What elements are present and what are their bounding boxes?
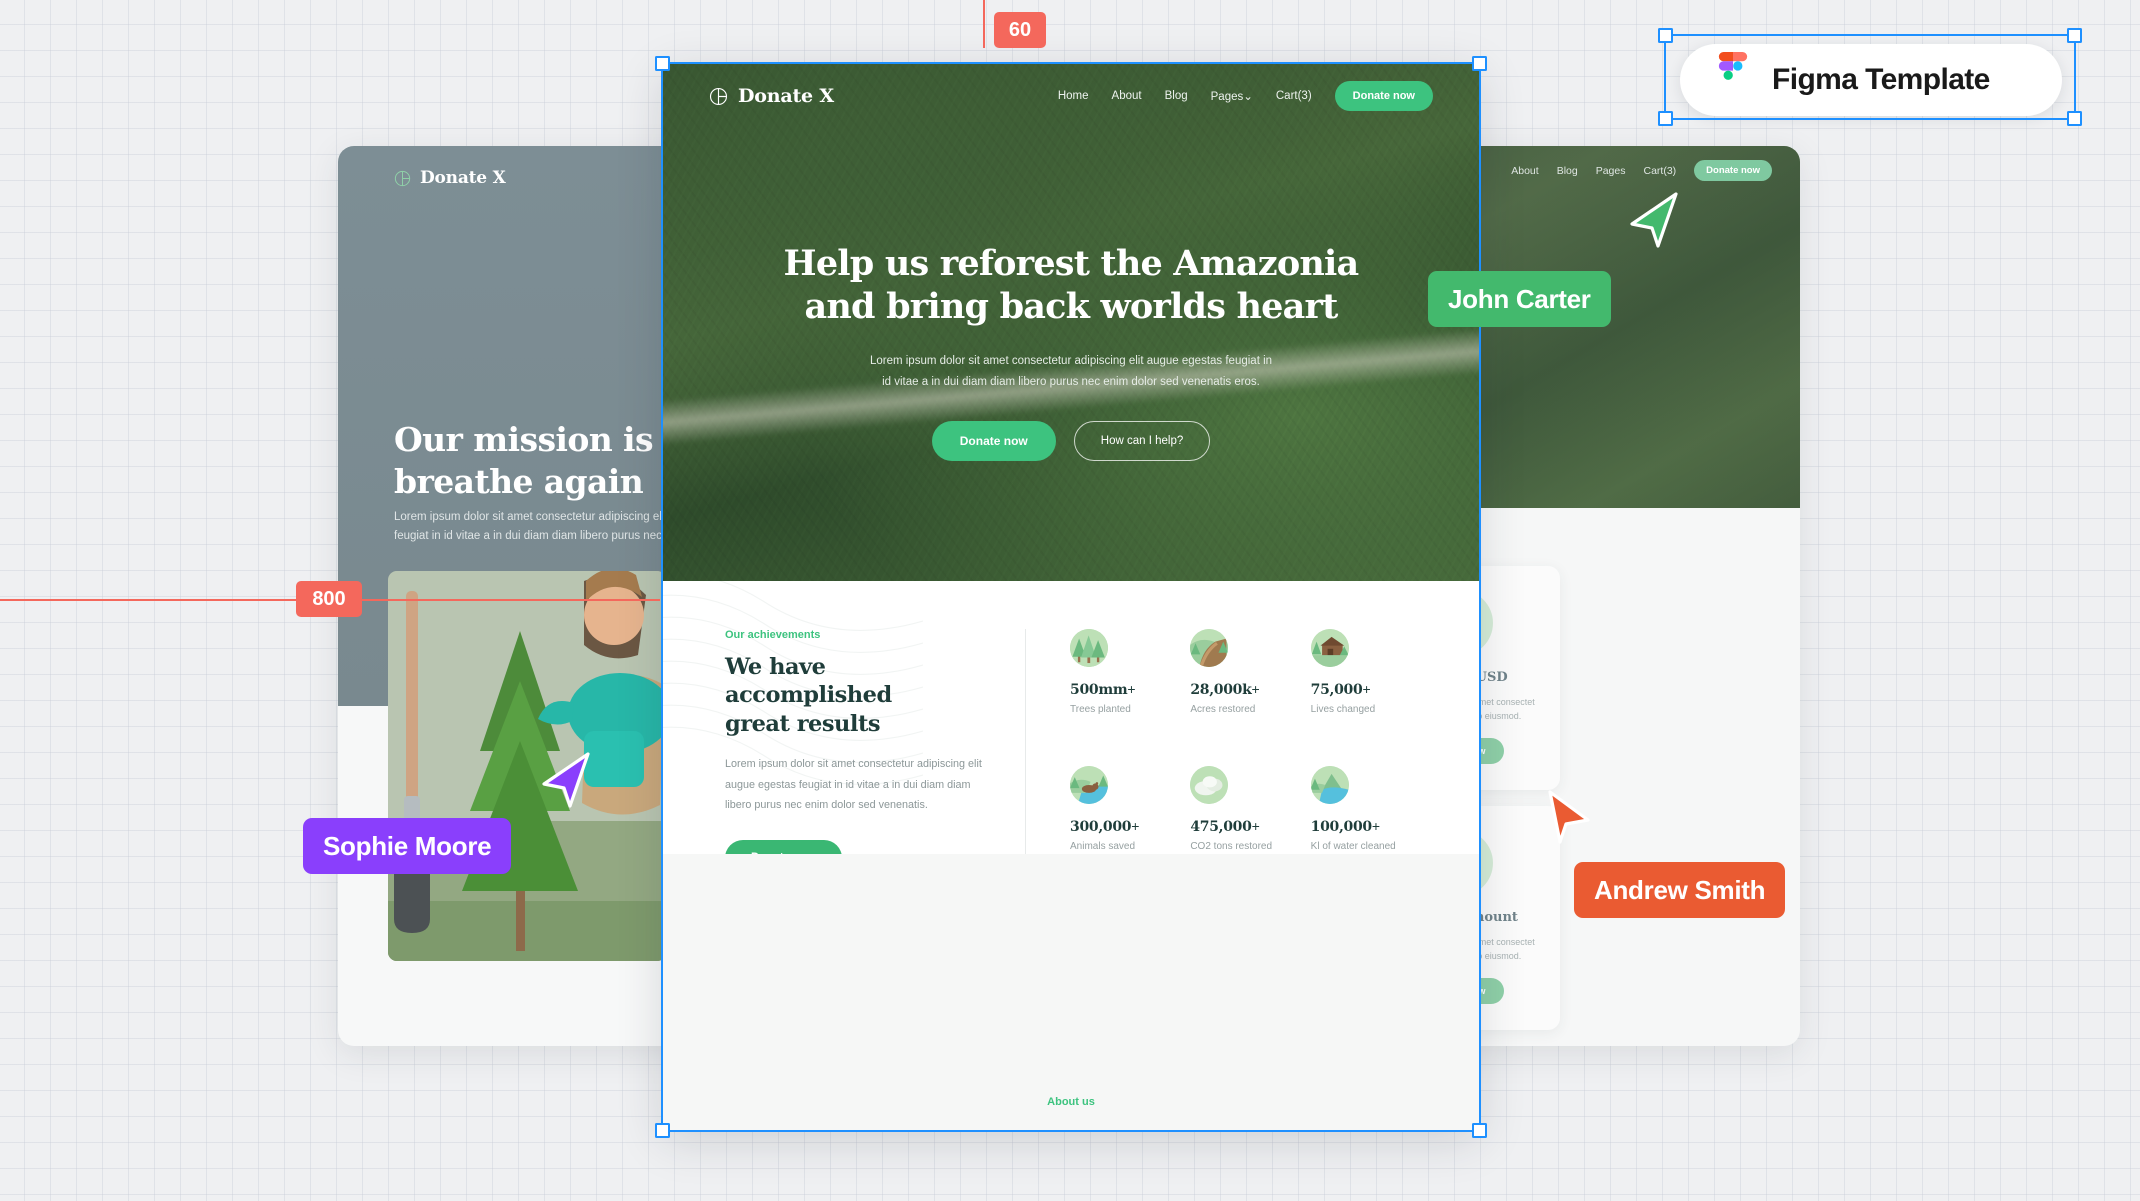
cursor-john-carter (1630, 192, 1678, 248)
hero-title-line2: and bring back worlds heart (804, 286, 1339, 328)
main-selected-page[interactable]: Donate X Home About Blog Pages⌄ Cart(3) … (663, 64, 1479, 1130)
clean-water-icon (1310, 766, 1349, 805)
hero-content: Help us reforest the Amazonia and bring … (663, 242, 1479, 462)
stat-value: 500mm+ (1070, 681, 1176, 698)
tree-planting-photo (388, 571, 666, 961)
stat-acres-restored: 28,000k+ Acres restored (1190, 629, 1296, 738)
nav-link-home[interactable]: Home (1058, 90, 1089, 102)
hero-cta-group: Donate now How can I help? (663, 421, 1479, 462)
vertical-measure-guide (983, 0, 986, 48)
achievements-title: We have accomplished great results (725, 653, 995, 738)
achievements-section: Our achievements We have accomplished gr… (663, 581, 1479, 854)
cursor-label-sophie-moore: Sophie Moore (303, 818, 512, 874)
stat-lives-changed: 75,000+ Lives changed (1310, 629, 1417, 738)
right-nav-donate-button[interactable]: Donate now (1694, 160, 1772, 181)
achievements-inner: Our achievements We have accomplished gr… (725, 629, 1417, 854)
vertical-divider (1025, 629, 1026, 854)
achievements-title-line2: great results (725, 710, 881, 737)
about-us-link[interactable]: About us (663, 1096, 1479, 1108)
hero-sub-line2: id vitae a in dui diam diam libero purus… (882, 376, 1260, 389)
left-page-brand[interactable]: Donate X (394, 168, 506, 188)
stat-number: 500mm (1070, 682, 1128, 698)
stat-suffix: + (1371, 818, 1380, 835)
brand-label: Donate X (738, 85, 834, 107)
nav-link-about[interactable]: About (1112, 90, 1142, 102)
right-page-nav[interactable]: About Blog Pages Cart(3) Donate now (1511, 160, 1772, 181)
main-bottom-section: About us (663, 854, 1479, 1130)
main-navbar[interactable]: Donate X Home About Blog Pages⌄ Cart(3) … (663, 64, 1479, 128)
measure-chip-top: 60 (994, 12, 1046, 48)
stat-co2-restored: 475,000+ CO2 tons restored (1190, 766, 1296, 854)
stat-animals-saved: 300,000+ Animals saved (1070, 766, 1176, 854)
forest-trees-icon (1070, 629, 1108, 667)
stat-number: 100,000 (1310, 819, 1373, 836)
donate-x-logo-icon (709, 87, 728, 105)
nav-link-pages[interactable]: Pages⌄ (1211, 89, 1253, 103)
badge-resize-handle-bottom-left[interactable] (1658, 111, 1673, 126)
right-nav-link-blog[interactable]: Blog (1557, 165, 1578, 177)
stat-suffix: + (1251, 681, 1260, 697)
badge-resize-handle-top-left[interactable] (1658, 28, 1673, 43)
hero-subtitle: Lorem ipsum dolor sit amet consectetur a… (821, 351, 1321, 394)
figma-badge-selection-frame (1658, 28, 2082, 126)
stats-grid: 500mm+ Trees planted 28,000k+ Acres rest… (1070, 629, 1417, 854)
measure-chip-width: 800 (296, 581, 362, 617)
nav-donate-button[interactable]: Donate now (1334, 81, 1433, 111)
achievements-eyebrow: Our achievements (725, 629, 821, 641)
nav-link-cart[interactable]: Cart(3) (1276, 90, 1312, 102)
hero-sub-line1: Lorem ipsum dolor sit amet consectetur a… (869, 354, 1273, 367)
badge-resize-handle-top-right[interactable] (2067, 28, 2082, 43)
cursor-sophie-moore (542, 752, 590, 808)
stat-suffix: + (1127, 681, 1136, 697)
stat-water-cleaned: 100,000+ Kl of water cleaned (1310, 766, 1417, 854)
stat-value: 75,000+ (1311, 681, 1417, 698)
hero-donate-button[interactable]: Donate now (931, 421, 1056, 462)
stat-value: 475,000+ (1190, 818, 1296, 835)
achievements-copy: Our achievements We have accomplished gr… (725, 629, 1025, 854)
bear-river-icon (1070, 766, 1108, 805)
cursor-label-andrew-smith: Andrew Smith (1574, 862, 1786, 918)
stat-value: 100,000+ (1311, 818, 1417, 835)
cloud-icon (1190, 766, 1229, 805)
village-house-icon (1310, 629, 1349, 667)
planting-illustration-icon (388, 571, 666, 961)
stat-suffix: + (1131, 818, 1140, 835)
restored-land-icon (1190, 629, 1229, 667)
navbar-links[interactable]: Home About Blog Pages⌄ Cart(3) Donate no… (1058, 81, 1433, 111)
stat-number: 300,000 (1070, 819, 1132, 836)
nav-pages-label: Pages (1210, 91, 1244, 103)
stat-suffix: + (1251, 818, 1260, 835)
stat-label: Animals saved (1070, 841, 1136, 853)
hero-title: Help us reforest the Amazonia and bring … (663, 242, 1479, 329)
stat-label: CO2 tons restored (1190, 841, 1273, 853)
achievements-donate-button[interactable]: Donate now (725, 839, 843, 854)
hero-help-button[interactable]: How can I help? (1073, 421, 1211, 462)
achievements-description: Lorem ipsum dolor sit amet consectetur a… (725, 758, 982, 812)
stat-trees-planted: 500mm+ Trees planted (1070, 629, 1176, 738)
nav-link-blog[interactable]: Blog (1165, 90, 1188, 102)
stat-number: 75,000 (1310, 682, 1363, 698)
stat-label: Kl of water cleaned (1310, 841, 1396, 853)
brand-label: Donate X (420, 168, 506, 188)
stat-value: 28,000k+ (1190, 681, 1296, 698)
stat-label: Trees planted (1070, 704, 1131, 715)
cursor-andrew-smith (1548, 790, 1590, 844)
stat-number: 28,000k (1190, 682, 1252, 698)
hero-title-line1: Help us reforest the Amazonia (783, 243, 1360, 284)
navbar-brand[interactable]: Donate X (709, 85, 834, 107)
right-nav-link-about[interactable]: About (1511, 165, 1538, 177)
chevron-down-icon: ⌄ (1243, 91, 1253, 103)
stat-label: Lives changed (1310, 704, 1376, 715)
right-nav-link-pages[interactable]: Pages (1596, 165, 1626, 177)
stat-label: Acres restored (1190, 704, 1256, 715)
donate-x-logo-icon (394, 170, 411, 186)
stat-value: 300,000+ (1070, 818, 1176, 835)
cursor-label-john-carter: John Carter (1428, 271, 1611, 327)
stat-number: 475,000 (1190, 819, 1252, 836)
badge-resize-handle-bottom-right[interactable] (2067, 111, 2082, 126)
stat-suffix: + (1362, 681, 1371, 697)
achievements-title-line1: We have accomplished (725, 654, 892, 709)
right-nav-link-cart[interactable]: Cart(3) (1643, 165, 1676, 177)
